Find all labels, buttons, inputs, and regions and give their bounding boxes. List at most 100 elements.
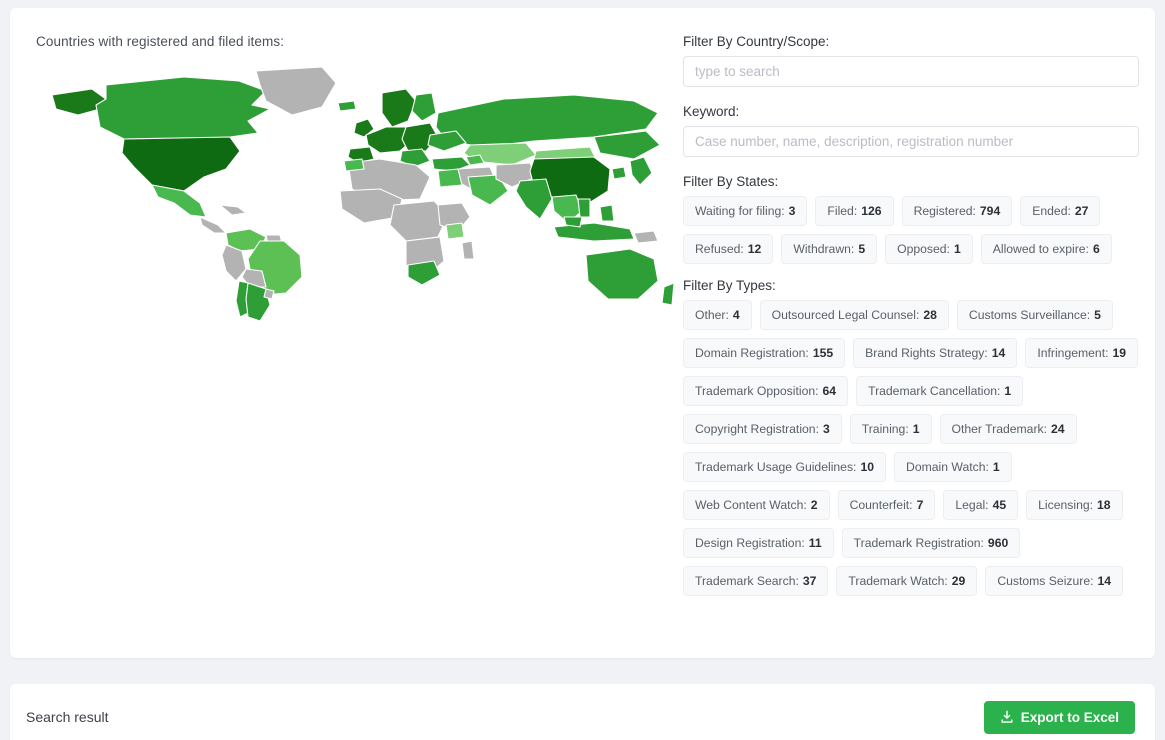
type-filter-chip-count: 37	[802, 573, 817, 588]
map-region-central-america	[199, 216, 227, 234]
keyword-input[interactable]	[683, 126, 1139, 157]
type-filter-chip[interactable]: Licensing: 18	[1026, 490, 1123, 520]
type-filter-chip-label: Trademark Registration:	[853, 535, 984, 550]
filter-card: Countries with registered and filed item…	[10, 8, 1155, 658]
state-filter-chip-count: 3	[788, 203, 796, 218]
type-filter-chip-count: 4	[732, 307, 740, 322]
type-filter-chip-label: Licensing:	[1038, 497, 1094, 512]
type-filter-chip-label: Other:	[695, 307, 729, 322]
type-filter-chip[interactable]: Brand Rights Strategy: 14	[853, 338, 1018, 368]
type-filter-chip-label: Trademark Cancellation:	[868, 383, 1001, 398]
state-filter-chip-count: 126	[861, 203, 882, 218]
type-filter-chip-label: Domain Watch:	[906, 459, 989, 474]
type-filter-chip-label: Copyright Registration:	[695, 421, 819, 436]
type-filter-chip[interactable]: Training: 1	[849, 414, 932, 444]
type-filter-chip-count: 28	[923, 307, 937, 322]
map-region-korea	[611, 166, 627, 180]
state-filter-chip-count: 27	[1074, 203, 1089, 218]
search-result-label: Search result	[26, 709, 109, 725]
type-filter-chip[interactable]: Other Trademark: 24	[939, 414, 1077, 444]
map-region-caribbean	[219, 204, 247, 216]
export-button-label: Export to Excel	[1020, 709, 1119, 725]
map-region-japan	[629, 156, 653, 186]
map-region-australia	[585, 248, 659, 300]
type-filter-chip[interactable]: Trademark Watch: 29	[836, 566, 978, 596]
state-filter-chip-count: 1	[953, 241, 961, 256]
type-filter-chip-count: 18	[1097, 497, 1111, 512]
type-filter-chip[interactable]: Design Registration: 11	[683, 528, 834, 558]
country-scope-input[interactable]	[683, 56, 1139, 87]
type-filter-chip[interactable]: Outsourced Legal Counsel: 28	[759, 300, 949, 330]
type-filter-chip-count: 1	[1004, 383, 1012, 398]
type-filter-chip-label: Brand Rights Strategy:	[865, 345, 988, 360]
state-filter-chip-label: Allowed to expire:	[992, 241, 1089, 256]
search-result-card: Search result Export to Excel	[10, 684, 1155, 740]
type-filter-chip-count: 2	[810, 497, 818, 512]
type-filter-chip[interactable]: Copyright Registration: 3	[683, 414, 842, 444]
map-region-malaysia	[563, 216, 583, 228]
type-filter-chip[interactable]: Customs Seizure: 14	[985, 566, 1124, 596]
state-filter-chip-label: Waiting for filing:	[695, 203, 785, 218]
state-filter-chip-label: Registered:	[913, 203, 976, 218]
type-filter-chip-label: Outsourced Legal Counsel:	[771, 307, 920, 322]
map-region-new-zealand	[661, 282, 674, 306]
state-filter-chip[interactable]: Refused: 12	[683, 234, 774, 264]
type-filter-chip[interactable]: Customs Surveillance: 5	[956, 300, 1113, 330]
type-filter-chip[interactable]: Trademark Usage Guidelines: 10	[683, 452, 887, 482]
type-filter-chip-label: Design Registration:	[695, 535, 805, 550]
map-region-morocco	[343, 158, 365, 172]
map-title: Countries with registered and filed item…	[36, 34, 285, 49]
type-filter-chip-label: Web Content Watch:	[695, 497, 807, 512]
map-panel: Countries with registered and filed item…	[10, 8, 675, 658]
export-to-excel-button[interactable]: Export to Excel	[983, 700, 1135, 734]
state-filter-chip-label: Ended:	[1032, 203, 1071, 218]
state-filter-chip-label: Refused:	[695, 241, 744, 256]
type-filter-chip[interactable]: Web Content Watch: 2	[683, 490, 830, 520]
map-region-mexico	[151, 184, 207, 218]
type-filter-chip-count: 155	[812, 345, 834, 360]
type-filter-chip[interactable]: Trademark Search: 37	[683, 566, 829, 596]
state-filter-chip[interactable]: Opposed: 1	[885, 234, 973, 264]
state-filter-chip[interactable]: Ended: 27	[1020, 196, 1101, 226]
type-filter-chip-count: 10	[860, 459, 875, 474]
type-filter-chip[interactable]: Trademark Cancellation: 1	[856, 376, 1024, 406]
map-region-greenland	[255, 66, 337, 116]
world-map[interactable]	[34, 65, 674, 335]
map-region-madagascar	[461, 240, 475, 260]
type-filter-chip-label: Trademark Search:	[695, 573, 799, 588]
state-filter-chip-label: Filed:	[827, 203, 858, 218]
state-filter-chip[interactable]: Withdrawn: 5	[781, 234, 878, 264]
type-filter-chip-count: 5	[1094, 307, 1101, 322]
map-region-uruguay	[263, 288, 275, 300]
type-filter-chip[interactable]: Infringement: 19	[1025, 338, 1139, 368]
type-filter-chip-count: 64	[822, 383, 837, 398]
type-filter-chip-count: 7	[916, 497, 924, 512]
type-filter-chip[interactable]: Legal: 45	[943, 490, 1019, 520]
world-map-svg	[51, 66, 674, 322]
state-filter-chip[interactable]: Allowed to expire: 6	[980, 234, 1112, 264]
type-filter-chip-count: 3	[822, 421, 830, 436]
type-filter-chip-count: 11	[808, 535, 822, 550]
type-filter-chip[interactable]: Domain Registration: 155	[683, 338, 846, 368]
map-region-vietnam	[577, 198, 591, 218]
map-region-usa	[121, 136, 241, 192]
state-filter-chip-count: 794	[979, 203, 1001, 218]
state-filter-chip[interactable]: Waiting for filing: 3	[683, 196, 808, 226]
type-filter-chip-label: Customs Seizure:	[997, 573, 1094, 588]
type-filter-chip-count: 24	[1051, 421, 1065, 436]
map-region-caucasus	[465, 154, 485, 166]
states-chip-group: Waiting for filing: 3 Filed: 126 Registered:…	[683, 196, 1145, 264]
type-filter-chip[interactable]: Counterfeit: 7	[837, 490, 936, 520]
state-filter-chip[interactable]: Registered: 794	[901, 196, 1013, 226]
type-filter-chip-count: 14	[991, 345, 1006, 360]
type-filter-chip-label: Trademark Usage Guidelines:	[695, 459, 857, 474]
type-filter-chip-label: Other Trademark:	[951, 421, 1048, 436]
map-region-egypt	[437, 168, 463, 188]
type-filter-chip[interactable]: Trademark Opposition: 64	[683, 376, 849, 406]
type-filter-chip[interactable]: Other: 4	[683, 300, 752, 330]
types-chip-group: Other: 4 Outsourced Legal Counsel: 28 Custom…	[683, 300, 1145, 596]
map-region-scandinavia	[381, 88, 417, 128]
type-filter-chip[interactable]: Domain Watch: 1	[894, 452, 1012, 482]
state-filter-chip[interactable]: Filed: 126	[815, 196, 894, 226]
type-filter-chip[interactable]: Trademark Registration: 960	[841, 528, 1021, 558]
